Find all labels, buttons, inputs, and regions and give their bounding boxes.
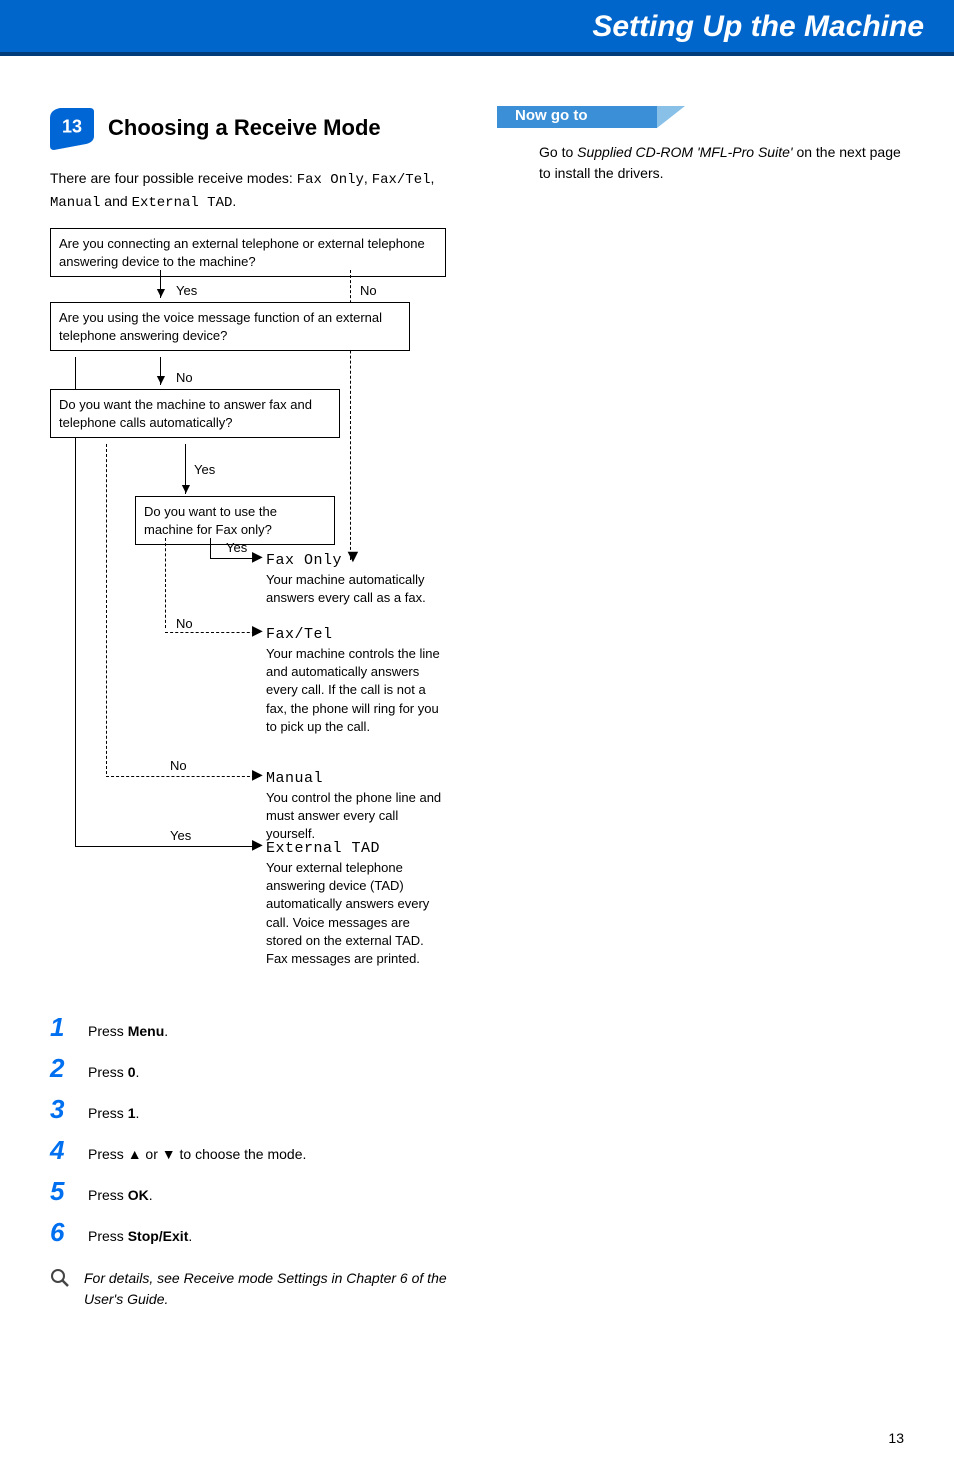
- flowchart: Are you connecting an external telephone…: [50, 228, 450, 998]
- up-triangle-icon: ▲: [128, 1146, 142, 1162]
- result-fax-tel: Fax/Tel Your machine controls the line a…: [266, 624, 446, 736]
- goto-banner: Now go to: [497, 106, 914, 128]
- flow-q3: Do you want the machine to answer fax an…: [50, 389, 340, 438]
- flow-q1: Are you connecting an external telephone…: [50, 228, 446, 277]
- flow-yes-2: Yes: [194, 462, 215, 477]
- page-number: 13: [50, 1430, 914, 1446]
- step-4: 4 Press ▲ or ▼ to choose the mode.: [50, 1135, 467, 1166]
- intro-text: There are four possible receive modes: F…: [50, 168, 467, 214]
- flow-yes-4: Yes: [170, 828, 191, 843]
- arrow-right-icon: ▶: [252, 836, 263, 853]
- steps-list: 1 Press Menu. 2 Press 0. 3 Press 1. 4 Pr…: [50, 1012, 467, 1248]
- result-manual: Manual You control the phone line and mu…: [266, 768, 446, 844]
- arrow-right-icon: ▶: [252, 622, 263, 639]
- flow-no-4: No: [170, 758, 187, 773]
- result-external-tad: External TAD Your external telephone ans…: [266, 838, 446, 968]
- flow-no-1: No: [360, 283, 377, 298]
- arrow-right-icon: ▶: [252, 548, 263, 565]
- section-title: Choosing a Receive Mode: [108, 115, 381, 141]
- flow-yes-1: Yes: [176, 283, 197, 298]
- step-2: 2 Press 0.: [50, 1053, 467, 1084]
- magnifier-icon: [50, 1268, 70, 1310]
- step-3: 3 Press 1.: [50, 1094, 467, 1125]
- header-title: Setting Up the Machine: [592, 10, 924, 43]
- step-number: 13: [62, 116, 82, 137]
- step-1: 1 Press Menu.: [50, 1012, 467, 1043]
- step-number-badge: 13: [50, 106, 94, 150]
- flow-yes-3: Yes: [226, 540, 247, 555]
- flow-no-2: No: [176, 370, 193, 385]
- left-column: 13 Choosing a Receive Mode There are fou…: [50, 106, 467, 1310]
- right-column: Now go to Go to Supplied CD-ROM 'MFL-Pro…: [497, 106, 914, 1310]
- arrow-down-icon: ▼: [179, 480, 193, 496]
- arrow-right-icon: ▶: [252, 766, 263, 783]
- flow-no-3: No: [176, 616, 193, 631]
- goto-body: Go to Supplied CD-ROM 'MFL-Pro Suite' on…: [497, 142, 914, 184]
- note-text: For details, see Receive mode Settings i…: [84, 1268, 467, 1310]
- arrow-down-icon: ▼: [154, 371, 168, 387]
- page-header: Setting Up the Machine: [0, 0, 954, 56]
- down-triangle-icon: ▼: [162, 1146, 176, 1162]
- step-6: 6 Press Stop/Exit.: [50, 1217, 467, 1248]
- step-5: 5 Press OK.: [50, 1176, 467, 1207]
- flow-q2: Are you using the voice message function…: [50, 302, 410, 351]
- goto-label: Now go to: [515, 107, 587, 124]
- note: For details, see Receive mode Settings i…: [50, 1268, 467, 1310]
- result-fax-only: Fax Only Your machine automatically answ…: [266, 550, 446, 607]
- arrow-down-icon: ▼: [154, 284, 168, 300]
